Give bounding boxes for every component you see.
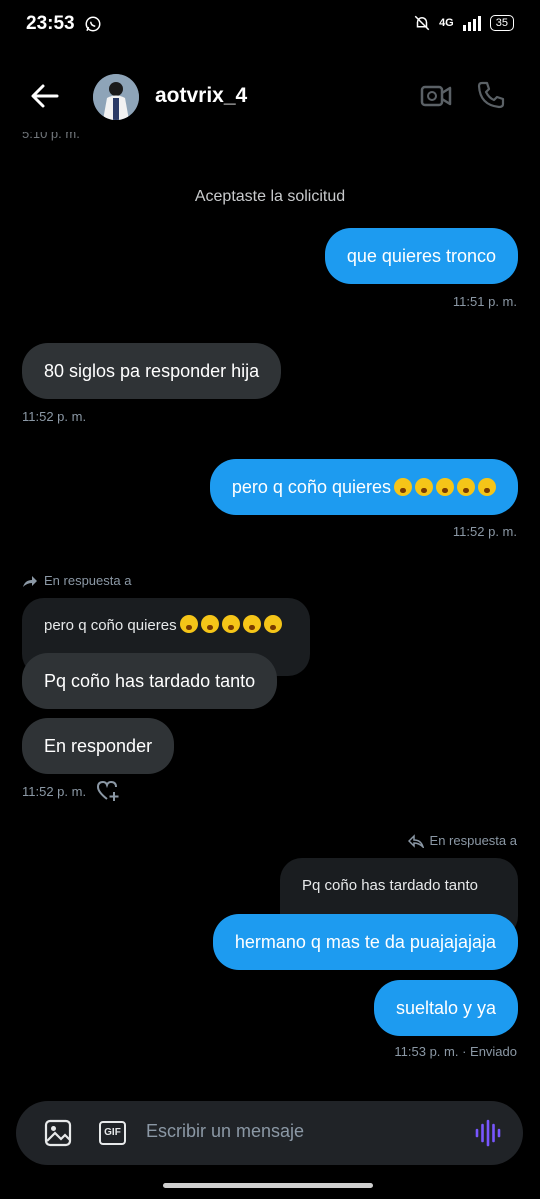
crying-emoji-icon xyxy=(394,478,412,496)
status-time: 23:53 xyxy=(26,13,75,34)
gif-icon[interactable]: GIF xyxy=(99,1121,126,1145)
avatar[interactable] xyxy=(93,74,139,120)
image-icon[interactable] xyxy=(44,1119,72,1147)
outgoing-message[interactable]: que quieres tronco xyxy=(324,228,518,284)
outgoing-message[interactable]: sueltalo y ya xyxy=(373,980,518,1036)
reply-indicator: En respuesta a xyxy=(22,573,131,588)
gif-label: GIF xyxy=(104,1127,121,1138)
reply-label: En respuesta a xyxy=(44,573,132,588)
crying-emoji-icon xyxy=(415,478,433,496)
message-time: 11:51 p. m. xyxy=(452,294,517,309)
video-call-icon[interactable] xyxy=(420,82,452,110)
outgoing-message[interactable]: pero q coño quieres xyxy=(209,459,518,515)
incoming-message[interactable]: Pq coño has tardado tanto xyxy=(22,653,278,709)
crying-emoji-icon xyxy=(263,615,282,633)
incoming-message[interactable]: 80 siglos pa responder hija xyxy=(22,343,282,399)
reply-arrow-icon xyxy=(23,575,37,587)
username[interactable]: aotvrix_4 xyxy=(155,84,247,108)
battery-icon: 35 xyxy=(489,15,514,31)
message-time: 5:10 p. m. xyxy=(22,126,80,141)
reply-arrow-icon xyxy=(407,833,424,848)
message-time: 11:52 p. m. xyxy=(22,409,87,424)
message-input[interactable]: Escribir un mensaje xyxy=(146,1121,304,1142)
crying-emoji-icon xyxy=(200,615,219,633)
whatsapp-icon xyxy=(85,16,101,32)
status-icons: 4G 35 xyxy=(413,14,514,32)
message-text: pero q coño quieres xyxy=(231,477,391,497)
like-add-icon[interactable] xyxy=(96,780,120,802)
reply-label: En respuesta a xyxy=(429,833,517,848)
crying-emoji-icon xyxy=(457,478,475,496)
message-time: 11:52 p. m. xyxy=(452,524,517,539)
voice-icon[interactable] xyxy=(474,1119,502,1147)
crying-emoji-icon xyxy=(179,615,198,633)
system-message: Aceptaste la solicitud xyxy=(194,188,346,205)
signal-icon xyxy=(462,16,481,31)
message-time: 11:52 p. m. xyxy=(22,784,87,799)
back-arrow-icon[interactable] xyxy=(30,82,60,110)
incoming-message[interactable]: En responder xyxy=(22,718,175,774)
phone-icon[interactable] xyxy=(476,80,506,110)
crying-emoji-icon xyxy=(436,478,454,496)
mute-icon xyxy=(414,15,430,31)
crying-emoji-icon xyxy=(478,478,496,496)
home-indicator[interactable] xyxy=(163,1183,373,1188)
outgoing-message[interactable]: hermano q mas te da puajajajaja xyxy=(212,914,518,970)
network-label: 4G xyxy=(439,17,454,29)
crying-emoji-icon xyxy=(221,615,240,633)
message-time: 11:53 p. m. · Enviado xyxy=(394,1044,517,1059)
quoted-text: pero q coño quieres xyxy=(44,617,177,634)
reply-indicator: En respuesta a xyxy=(407,833,517,848)
crying-emoji-icon xyxy=(242,615,261,633)
